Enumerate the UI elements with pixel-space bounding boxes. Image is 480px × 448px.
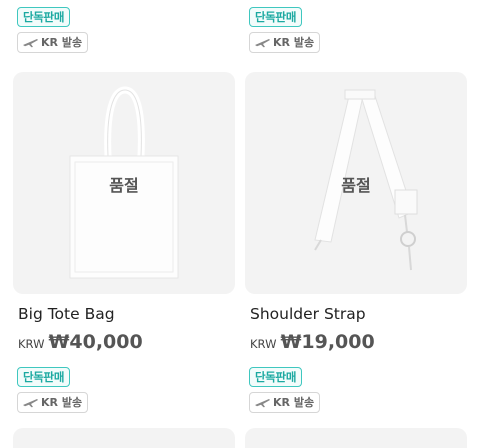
- airplane-icon: [255, 399, 270, 408]
- next-product-card[interactable]: [13, 428, 235, 448]
- shipping-badge: KR 발송: [17, 392, 89, 413]
- exclusive-badge: 단독판매: [17, 7, 71, 27]
- product-image-shoulder-strap[interactable]: 품절: [245, 72, 467, 294]
- shipping-badge: KR 발송: [249, 32, 321, 53]
- next-product-card[interactable]: [245, 428, 467, 448]
- exclusive-badge: 단독판매: [17, 367, 71, 387]
- product-name[interactable]: Big Tote Bag: [18, 305, 115, 323]
- shipping-label: KR 발송: [273, 36, 315, 49]
- currency-label: KRW: [18, 337, 45, 351]
- airplane-icon: [255, 39, 270, 48]
- shipping-badge: KR 발송: [249, 392, 321, 413]
- shipping-label: KR 발송: [41, 36, 83, 49]
- price-row: KRW ₩19,000: [250, 331, 375, 353]
- price-row: KRW ₩40,000: [18, 331, 143, 353]
- sold-out-label: 품절: [109, 176, 139, 195]
- product-image-big-tote-bag[interactable]: 품절: [13, 72, 235, 294]
- price-amount: ₩40,000: [48, 331, 143, 353]
- airplane-icon: [23, 39, 38, 48]
- price-amount: ₩19,000: [280, 331, 375, 353]
- shipping-label: KR 발송: [41, 396, 83, 409]
- shipping-label: KR 발송: [273, 396, 315, 409]
- exclusive-badge: 단독판매: [249, 367, 303, 387]
- sold-out-label: 품절: [341, 176, 371, 195]
- exclusive-badge: 단독판매: [249, 7, 303, 27]
- product-name[interactable]: Shoulder Strap: [250, 305, 366, 323]
- airplane-icon: [23, 399, 38, 408]
- currency-label: KRW: [250, 337, 277, 351]
- shipping-badge: KR 발송: [17, 32, 89, 53]
